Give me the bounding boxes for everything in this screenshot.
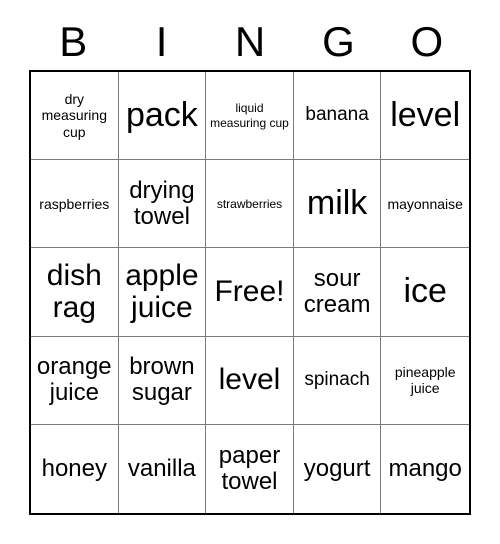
- bingo-cell-label: apple juice: [125, 259, 199, 324]
- bingo-cell-label: ice: [403, 272, 447, 311]
- bingo-free-space[interactable]: Free!: [206, 248, 294, 337]
- bingo-cell-label: strawberries: [216, 196, 283, 211]
- bingo-cell[interactable]: brown sugar: [118, 336, 207, 425]
- bingo-cell[interactable]: drying towel: [118, 160, 207, 249]
- bingo-cell[interactable]: banana: [293, 72, 382, 161]
- bingo-cell-label: drying towel: [129, 176, 195, 230]
- bingo-cell-label: mango: [388, 454, 462, 482]
- bingo-cell[interactable]: orange juice: [31, 336, 119, 425]
- bingo-cell[interactable]: pineapple juice: [381, 336, 469, 425]
- bingo-card: B I N G O dry measuring cup pack liquid measur…: [0, 0, 500, 544]
- bingo-cell-label: orange juice: [36, 353, 112, 407]
- bingo-header-letter-i: I: [155, 18, 168, 65]
- bingo-cell-label: spinach: [304, 368, 370, 390]
- bingo-cell[interactable]: sour cream: [293, 248, 382, 337]
- bingo-cell-label: pack: [125, 95, 198, 134]
- bingo-cell[interactable]: milk: [293, 160, 382, 249]
- bingo-cell-label: dry measuring cup: [41, 91, 107, 140]
- bingo-cell-label: Free!: [214, 275, 285, 309]
- bingo-cell-label: level: [218, 363, 281, 397]
- bingo-cell[interactable]: level: [381, 72, 469, 161]
- bingo-cell-label: vanilla: [127, 454, 196, 482]
- bingo-cell[interactable]: apple juice: [118, 248, 207, 337]
- bingo-cell[interactable]: vanilla: [118, 424, 207, 513]
- bingo-cell[interactable]: mango: [381, 424, 469, 513]
- bingo-cell-label: level: [390, 95, 461, 134]
- bingo-header-letter-n: N: [234, 18, 266, 65]
- bingo-cell[interactable]: dry measuring cup: [31, 72, 119, 161]
- bingo-cell-label: yogurt: [303, 454, 371, 482]
- bingo-cell-label: raspberries: [39, 195, 110, 212]
- bingo-cell-label: brown sugar: [129, 353, 195, 407]
- bingo-cell-label: sour cream: [303, 265, 371, 318]
- bingo-grid: dry measuring cup pack liquid measuring cu…: [29, 70, 471, 515]
- bingo-cell[interactable]: liquid measuring cup: [206, 72, 294, 161]
- bingo-header-letter-b: B: [59, 18, 88, 65]
- bingo-header-letter-o: O: [410, 18, 444, 65]
- bingo-cell-label: honey: [41, 454, 107, 482]
- bingo-cell[interactable]: dish rag: [31, 248, 119, 337]
- bingo-header: BINGO: [29, 14, 471, 70]
- bingo-cell[interactable]: paper towel: [206, 424, 294, 513]
- bingo-cell-label: mayonnaise: [387, 195, 463, 212]
- bingo-cell[interactable]: ice: [381, 248, 469, 337]
- bingo-cell-label: banana: [305, 104, 369, 126]
- bingo-cell[interactable]: raspberries: [31, 160, 119, 249]
- bingo-cell-label: dish rag: [46, 259, 102, 324]
- bingo-header-letter-g: G: [322, 18, 355, 65]
- bingo-cell-label: milk: [306, 183, 368, 222]
- bingo-cell[interactable]: strawberries: [206, 160, 294, 249]
- bingo-cell[interactable]: honey: [31, 424, 119, 513]
- bingo-cell[interactable]: spinach: [293, 336, 382, 425]
- bingo-cell-label: liquid measuring cup: [210, 101, 289, 130]
- bingo-cell[interactable]: pack: [118, 72, 207, 161]
- bingo-cell[interactable]: mayonnaise: [381, 160, 469, 249]
- bingo-cell-label: paper towel: [218, 441, 281, 495]
- bingo-cell[interactable]: level: [206, 336, 294, 425]
- bingo-cell-label: pineapple juice: [394, 363, 456, 397]
- bingo-cell[interactable]: yogurt: [293, 424, 382, 513]
